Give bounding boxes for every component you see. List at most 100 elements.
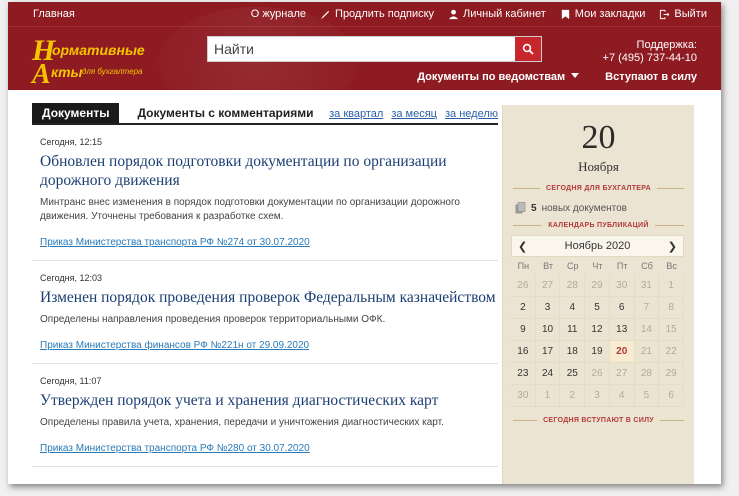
svg-text:ормативные: ормативные [52, 42, 145, 58]
calendar-day[interactable]: 5 [585, 297, 610, 319]
calendar-day[interactable]: 17 [535, 341, 561, 363]
weekday-label: Ср [567, 261, 579, 271]
prev-month-button[interactable]: ❮ [518, 240, 527, 253]
period-filters: за квартал за месяц за неделю [329, 108, 498, 123]
calendar-day[interactable]: 1 [659, 275, 684, 297]
calendar-day[interactable]: 28 [634, 363, 660, 385]
news-item: Сегодня, 12:03 Изменен порядок проведени… [32, 261, 498, 364]
calendar-day[interactable]: 9 [511, 319, 536, 341]
calendar-day[interactable]: 25 [560, 363, 586, 385]
home-link[interactable]: Главная [33, 8, 75, 20]
next-month-button[interactable]: ❯ [668, 240, 677, 253]
site-logo[interactable]: Н ормативные А кты для бухгалтера [30, 34, 180, 84]
tab-documents[interactable]: Документы [32, 103, 120, 123]
main-content: Документы Документы с комментариями за к… [32, 103, 498, 467]
calendar-day[interactable]: 30 [609, 275, 635, 297]
calendar-day[interactable]: 4 [560, 297, 586, 319]
pencil-icon [320, 10, 330, 19]
calendar-day[interactable]: 28 [560, 275, 586, 297]
renew-subscription-link[interactable]: Продлить подписку [320, 8, 434, 20]
calendar-day[interactable]: 6 [609, 297, 635, 319]
search-input[interactable] [208, 37, 515, 61]
calendar-day[interactable]: 23 [511, 363, 536, 385]
news-text: Определены направления проведения провер… [40, 314, 386, 325]
calendar-header: ❮ Ноябрь 2020 ❯ [511, 235, 684, 257]
calendar-day[interactable]: 10 [535, 319, 561, 341]
weekday-label: Вс [666, 261, 677, 271]
calendar-day[interactable]: 14 [634, 319, 660, 341]
site-header: Н ормативные А кты для бухгалтера Поддер… [8, 7, 721, 117]
news-title[interactable]: Обновлен порядок подготовки документации… [40, 152, 498, 190]
calendar-day[interactable]: 6 [659, 385, 684, 407]
svg-text:для бухгалтера: для бухгалтера [82, 67, 143, 76]
calendar-day[interactable]: 29 [585, 275, 610, 297]
calendar-day[interactable]: 18 [560, 341, 586, 363]
calendar-day[interactable]: 2 [511, 297, 536, 319]
account-link[interactable]: Личный кабинет [448, 8, 546, 20]
calendar-day[interactable]: 30 [511, 385, 536, 407]
news-source-link[interactable]: Приказ Министерства транспорта РФ №274 о… [40, 237, 310, 248]
calendar-day[interactable]: 11 [560, 319, 586, 341]
calendar-day[interactable]: 5 [634, 385, 660, 407]
calendar-day[interactable]: 7 [634, 297, 660, 319]
period-quarter-link[interactable]: за квартал [329, 108, 383, 120]
calendar-day[interactable]: 2 [560, 385, 586, 407]
calendar-day[interactable]: 3 [585, 385, 610, 407]
calendar-grid: Пн Вт Ср Чт Пт Сб Вс 26 27 28 29 30 31 1 2 3 4 5 6 7 8 9 10 11 1… [511, 257, 684, 407]
calendar-day[interactable]: 31 [634, 275, 660, 297]
search-icon [522, 43, 534, 55]
calendar-day[interactable]: 13 [609, 319, 635, 341]
today-caption: СЕГОДНЯ ДЛЯ БУХГАЛТЕРА [513, 185, 684, 192]
current-day: 20 [581, 119, 616, 156]
calendar-day[interactable]: 29 [659, 363, 684, 385]
calendar-day[interactable]: 15 [659, 319, 684, 341]
page-frame: Главная О журнале Продлить подписку Личн… [8, 2, 721, 484]
calendar-day[interactable]: 24 [535, 363, 561, 385]
calendar-day[interactable]: 16 [511, 341, 536, 363]
departments-menu[interactable]: Документы по ведомствам [417, 71, 579, 83]
calendar-day[interactable]: 27 [609, 363, 635, 385]
new-docs-count: 5 [531, 202, 537, 214]
calendar-day[interactable]: 22 [659, 341, 684, 363]
new-docs-link[interactable]: 5 новых документов [503, 202, 694, 214]
weekday-label: Сб [641, 261, 653, 271]
calendar-day[interactable]: 3 [535, 297, 561, 319]
news-source-link[interactable]: Приказ Министерства транспорта РФ №280 о… [40, 443, 310, 454]
calendar-day[interactable]: 21 [634, 341, 660, 363]
calendar-day[interactable]: 12 [585, 319, 610, 341]
weekday-label: Чт [592, 261, 603, 271]
sidebar: 20 Ноября СЕГОДНЯ ДЛЯ БУХГАЛТЕРА 5 новых… [502, 105, 694, 484]
news-title[interactable]: Утвержден порядок учета и хранения диагн… [40, 391, 498, 410]
weekday-label: Пт [616, 261, 628, 271]
news-title[interactable]: Изменен порядок проведения проверок Феде… [40, 288, 498, 307]
period-week-link[interactable]: за неделю [445, 108, 498, 120]
calendar-day[interactable]: 1 [535, 385, 561, 407]
calendar-day[interactable]: 4 [609, 385, 635, 407]
news-time: Сегодня, 11:07 [40, 376, 102, 386]
search-button[interactable] [515, 37, 541, 61]
calendar-day[interactable]: 8 [659, 297, 684, 319]
calendar-day-today[interactable]: 20 [609, 341, 635, 363]
top-bar: Главная О журнале Продлить подписку Личн… [8, 2, 721, 26]
news-text: Минтранс внес изменения в порядок подгот… [40, 197, 460, 222]
tab-documents-with-comments[interactable]: Документы с комментариями [119, 103, 313, 123]
news-source-link[interactable]: Приказ Министерства финансов РФ №221н от… [40, 340, 309, 351]
support-info: Поддержка: +7 (495) 737-44-10 [603, 39, 697, 65]
weekday-label: Вт [543, 261, 553, 271]
news-text: Определены правила учета, хранения, пере… [40, 417, 444, 428]
calendar-day[interactable]: 27 [535, 275, 561, 297]
calendar-day[interactable]: 19 [585, 341, 610, 363]
in-force-link[interactable]: Вступают в силу [605, 71, 697, 83]
bookmarks-link[interactable]: Мои закладки [560, 8, 645, 20]
calendar-month: Ноябрь 2020 [564, 240, 631, 252]
calendar-day[interactable]: 26 [585, 363, 610, 385]
period-month-link[interactable]: за месяц [391, 108, 437, 120]
support-phone[interactable]: +7 (495) 737-44-10 [603, 52, 697, 65]
news-item: Сегодня, 12:15 Обновлен порядок подготов… [32, 125, 498, 261]
new-docs-text: новых документов [541, 202, 627, 214]
svg-text:кты: кты [51, 64, 83, 80]
search-box [207, 36, 542, 62]
calendar-day[interactable]: 26 [511, 275, 536, 297]
logout-link[interactable]: Выйти [659, 8, 707, 20]
tabs-bar: Документы Документы с комментариями за к… [32, 103, 498, 125]
